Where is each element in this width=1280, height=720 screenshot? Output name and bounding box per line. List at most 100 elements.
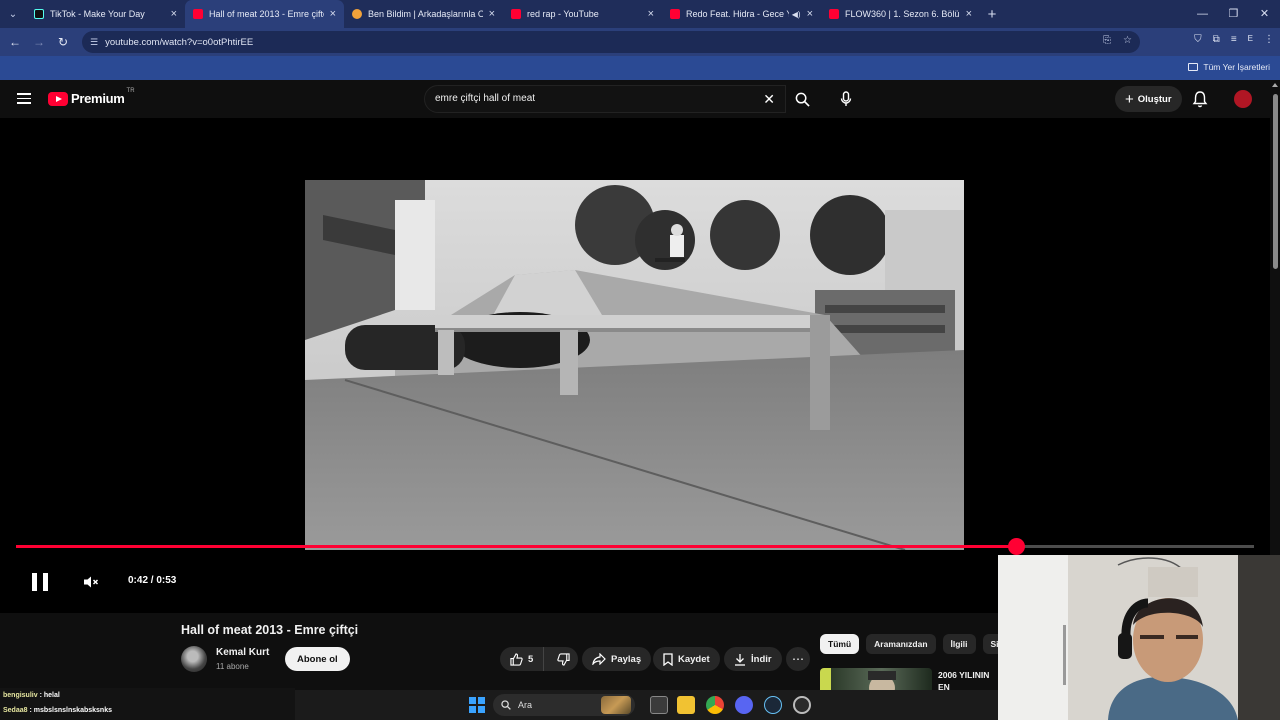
minimize-icon[interactable]: — — [1187, 0, 1218, 28]
video-player[interactable]: 0:42 / 0:53 — [0, 118, 1270, 620]
browser-tab-redo-feat-hidra[interactable]: Redo Feat. Hidra - Gece Yar ◀) × — [662, 0, 821, 28]
share-arrow-icon — [592, 653, 606, 665]
chat-username: Sedaa8 — [3, 707, 28, 714]
search-query-text[interactable]: emre çiftçi hall of meat — [435, 93, 535, 104]
media-queue-icon[interactable]: ≡ — [1231, 34, 1237, 45]
address-bar[interactable]: ☰ youtube.com/watch?v=o0otPhtirEE ⎘ ☆ — [82, 31, 1140, 53]
subscribe-button[interactable]: Abone ol — [285, 647, 350, 671]
extensions-puzzle-icon[interactable]: ⧉ — [1213, 34, 1220, 45]
search-input[interactable]: emre çiftçi hall of meat ✕ — [424, 85, 786, 113]
reload-icon[interactable]: ↻ — [51, 35, 75, 49]
install-app-icon[interactable]: ⎘ — [1103, 35, 1111, 46]
browser-tab-hall-of-meat[interactable]: Hall of meat 2013 - Emre çiftçi × — [185, 0, 344, 28]
chrome-menu-icon[interactable]: ⋮ — [1264, 34, 1274, 45]
save-button[interactable]: Kaydet — [653, 647, 720, 671]
account-avatar[interactable] — [1234, 90, 1252, 108]
tiktok-favicon-icon — [34, 9, 44, 19]
search-icon — [795, 92, 810, 107]
file-explorer-icon[interactable] — [677, 696, 695, 714]
new-tab-plus-icon[interactable]: + — [980, 6, 1004, 23]
ben-bildim-favicon-icon — [352, 9, 362, 19]
progress-bar[interactable] — [16, 538, 1254, 555]
bookmarks-bar: Tüm Yer İşaretleri — [0, 56, 1280, 80]
microphone-icon — [840, 91, 852, 106]
time-display: 0:42 / 0:53 — [128, 575, 177, 586]
plus-icon: + — [1125, 90, 1134, 108]
forward-arrow-icon[interactable]: → — [27, 35, 51, 49]
discord-icon[interactable] — [735, 696, 753, 714]
windows-taskbar: Ara — [295, 690, 998, 720]
folder-icon — [1188, 63, 1199, 71]
youtube-favicon-icon — [670, 9, 680, 19]
dislike-button[interactable] — [549, 647, 578, 671]
bookmark-star-icon[interactable]: ☆ — [1123, 35, 1132, 46]
browser-tab-red-rap[interactable]: red rap - YouTube × — [503, 0, 662, 28]
tab-title: Ben Bildim | Arkadaşlarınla Onl — [368, 9, 483, 19]
restore-icon[interactable]: ❐ — [1218, 0, 1249, 28]
subscriber-count: 11 abone — [216, 662, 249, 671]
back-arrow-icon[interactable]: ← — [3, 35, 27, 49]
chip-related[interactable]: İlgili — [942, 634, 976, 654]
bookmark-icon — [663, 652, 673, 666]
clear-search-icon[interactable]: ✕ — [763, 91, 775, 108]
all-bookmarks-button[interactable]: Tüm Yer İşaretleri — [1188, 62, 1270, 72]
create-button[interactable]: + Oluştur — [1115, 86, 1182, 112]
steam-icon[interactable] — [764, 696, 782, 714]
notifications-bell-icon[interactable] — [1192, 90, 1208, 108]
tab-close-icon[interactable]: × — [807, 8, 813, 20]
search-button[interactable] — [786, 85, 818, 113]
windows-start-icon[interactable] — [469, 697, 485, 713]
profile-avatar[interactable]: E — [1248, 34, 1253, 45]
taskbar-search-input[interactable]: Ara — [493, 694, 635, 716]
obs-icon[interactable] — [793, 696, 811, 714]
scroll-up-arrow-icon[interactable] — [1272, 83, 1278, 87]
address-url[interactable]: youtube.com/watch?v=o0otPhtirEE — [105, 37, 253, 48]
skatepark-video-still — [305, 180, 964, 550]
scrubber-handle[interactable] — [1008, 538, 1026, 555]
browser-tab-ben-bildim[interactable]: Ben Bildim | Arkadaşlarınla Onl × — [344, 0, 503, 28]
tab-close-icon[interactable]: × — [966, 8, 972, 20]
chip-all[interactable]: Tümü — [820, 634, 860, 654]
browser-tab-tiktok[interactable]: TikTok - Make Your Day × — [26, 0, 185, 28]
tab-audio-playing-icon[interactable]: ◀) — [792, 10, 801, 19]
browser-tab-flow360[interactable]: FLOW360 | 1. Sezon 6. Bölüm | × — [821, 0, 980, 28]
tab-close-icon[interactable]: × — [648, 8, 654, 20]
youtube-premium-logo[interactable]: Premium TR — [48, 88, 135, 106]
chrome-browser-icon[interactable] — [706, 696, 724, 714]
site-info-icon[interactable]: ☰ — [90, 37, 98, 48]
download-button[interactable]: İndir — [724, 647, 782, 671]
tab-search-chevron-icon[interactable]: ⌄ — [0, 0, 26, 28]
channel-name[interactable]: Kemal Kurt — [216, 647, 269, 658]
browser-tab-strip: ⌄ TikTok - Make Your Day × Hall of meat … — [0, 0, 1280, 28]
tab-close-icon[interactable]: × — [489, 8, 495, 20]
share-button[interactable]: Paylaş — [582, 647, 652, 671]
progress-played — [16, 545, 1017, 548]
like-count: 5 — [528, 653, 534, 665]
close-window-icon[interactable]: ✕ — [1249, 0, 1280, 28]
youtube-play-logo-icon — [48, 91, 68, 106]
video-frame[interactable] — [305, 180, 964, 550]
stream-chat-overlay: bengisuliv : helal Sedaa8 : msbslsnslnsk… — [0, 688, 295, 720]
muted-speaker-icon[interactable] — [82, 573, 100, 591]
voice-search-button[interactable] — [834, 87, 858, 111]
chip-from-search[interactable]: Aramanızdan — [866, 634, 936, 654]
like-button[interactable]: 5 — [500, 647, 545, 671]
tab-close-icon[interactable]: × — [171, 8, 177, 20]
webcam-person-image — [998, 555, 1280, 720]
chat-message: bengisuliv : helal — [3, 692, 60, 699]
more-actions-icon[interactable]: ⋯ — [786, 647, 810, 671]
taskbar-search-placeholder: Ara — [518, 700, 533, 710]
pause-icon[interactable] — [32, 573, 48, 591]
channel-avatar[interactable] — [181, 646, 207, 672]
search-highlight-image — [601, 696, 631, 714]
guide-menu-icon[interactable] — [17, 93, 31, 104]
download-label: İndir — [751, 653, 772, 665]
download-icon — [735, 653, 745, 666]
youtube-masthead: Premium TR emre çiftçi hall of meat ✕ + … — [0, 80, 1280, 118]
tab-title: Hall of meat 2013 - Emre çiftçi — [209, 9, 324, 19]
task-view-icon[interactable] — [650, 696, 668, 714]
chat-message: Sedaa8 : msbslsnslnskabsksnks — [3, 707, 112, 714]
shield-extension-icon[interactable]: ⛉ — [1194, 34, 1202, 45]
tab-close-icon[interactable]: × — [330, 8, 336, 20]
scrollbar-thumb[interactable] — [1273, 94, 1278, 269]
